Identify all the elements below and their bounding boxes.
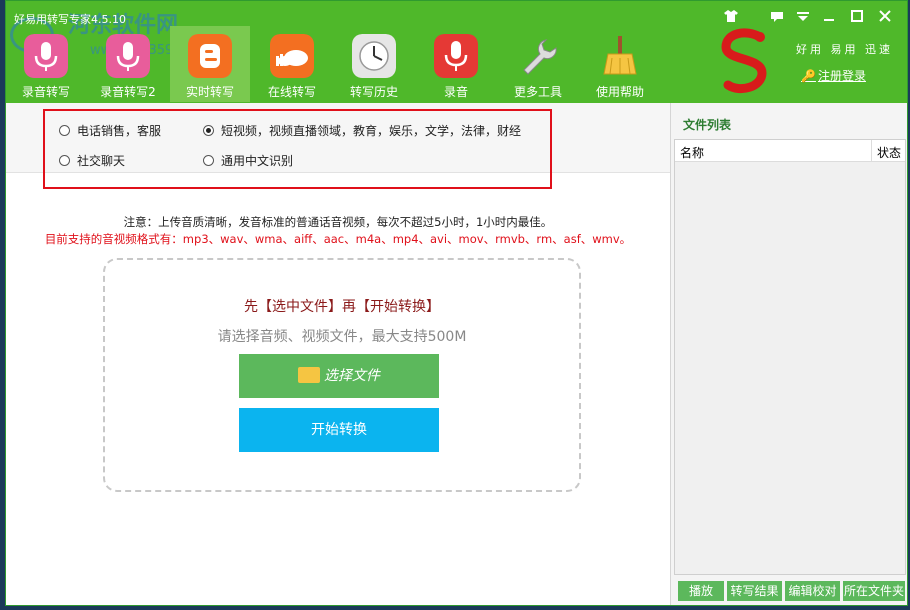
steps-text: 先【选中文件】再【开始转换】 <box>244 299 440 315</box>
minimize-icon[interactable] <box>820 9 838 27</box>
file-list-header: 名称 状态 <box>675 140 905 162</box>
brand-logo <box>721 28 767 93</box>
edit-proofread-button[interactable]: 编辑校对 <box>785 581 840 601</box>
maximize-icon[interactable] <box>848 9 866 27</box>
tab-label: 录音 <box>443 85 468 99</box>
blogger-icon <box>188 34 232 78</box>
folder-icon <box>298 367 320 383</box>
app-window: 河东软件网 www.pc0359.cn 好易用转写专家4.5.10 录音转写 录… <box>5 0 908 606</box>
column-status[interactable]: 状态 <box>877 144 901 161</box>
tab-label: 实时转写 <box>185 85 234 99</box>
microphone-red-icon <box>434 34 478 78</box>
choose-file-button[interactable]: 选择文件 <box>239 354 439 398</box>
login-label: 注册登录 <box>817 69 866 83</box>
tab-record-transcribe[interactable]: 录音转写 <box>6 26 86 102</box>
open-folder-button[interactable]: 所在文件夹 <box>843 581 905 601</box>
tab-label: 在线转写 <box>267 85 316 99</box>
menu-dropdown-icon[interactable] <box>794 9 812 27</box>
start-convert-button[interactable]: 开始转换 <box>239 408 439 452</box>
window-title: 好易用转写专家4.5.10 <box>14 13 126 26</box>
tab-help[interactable]: 使用帮助 <box>580 26 660 102</box>
column-name[interactable]: 名称 <box>680 144 704 161</box>
brand-slogan: 好用 易用 迅速 <box>796 43 893 56</box>
tab-label: 更多工具 <box>513 85 562 99</box>
main-panel: 电话销售，客服 短视频，视频直播领域，教育，娱乐，文学，法律，财经 社交聊天 通… <box>6 103 670 605</box>
play-button[interactable]: 播放 <box>678 581 724 601</box>
message-icon[interactable] <box>768 9 786 27</box>
wrench-icon <box>523 39 557 75</box>
notice-text: 注意：上传音质清晰，发音标准的普通话音视频，每次不超过5小时，1小时内最佳。 <box>123 215 553 229</box>
microphone-pink-icon <box>24 34 68 78</box>
close-icon[interactable] <box>876 9 894 27</box>
microphone-pink-icon <box>106 34 150 78</box>
file-list[interactable]: 名称 状态 <box>674 139 906 575</box>
file-list-title: 文件列表 <box>683 118 732 132</box>
skin-icon[interactable] <box>722 9 740 27</box>
clock-icon <box>352 34 396 78</box>
tab-label: 使用帮助 <box>595 85 644 99</box>
broom-icon <box>603 36 637 75</box>
hint-text: 请选择音频、视频文件，最大支持500M <box>217 329 467 345</box>
tab-record[interactable]: 录音 <box>416 26 496 102</box>
tab-online[interactable]: 在线转写 <box>252 26 332 102</box>
supported-formats: 目前支持的音视频格式有：mp3、wav、wma、aiff、aac、m4a、mp4… <box>44 232 632 246</box>
tab-label: 转写历史 <box>349 85 398 99</box>
header-toolbar: 河东软件网 www.pc0359.cn 好易用转写专家4.5.10 录音转写 录… <box>6 1 907 103</box>
tab-realtime[interactable]: 实时转写 <box>170 26 250 102</box>
transcript-result-button[interactable]: 转写结果 <box>727 581 782 601</box>
tab-history[interactable]: 转写历史 <box>334 26 414 102</box>
tab-label: 录音转写2 <box>100 85 156 99</box>
key-icon: 🔑 <box>801 69 816 83</box>
highlight-box <box>43 109 552 189</box>
column-divider <box>871 140 872 162</box>
tab-label: 录音转写 <box>21 85 70 99</box>
login-link[interactable]: 🔑 注册登录 <box>801 67 866 84</box>
tab-record-transcribe-2[interactable]: 录音转写2 <box>88 26 168 102</box>
file-list-panel: 文件列表 名称 状态 播放 转写结果 编辑校对 所在文件夹 <box>670 103 907 605</box>
cloud-icon <box>270 34 314 78</box>
drop-zone[interactable]: 先【选中文件】再【开始转换】 请选择音频、视频文件，最大支持500M 选择文件 … <box>103 258 581 492</box>
tab-more-tools[interactable]: 更多工具 <box>498 26 578 102</box>
